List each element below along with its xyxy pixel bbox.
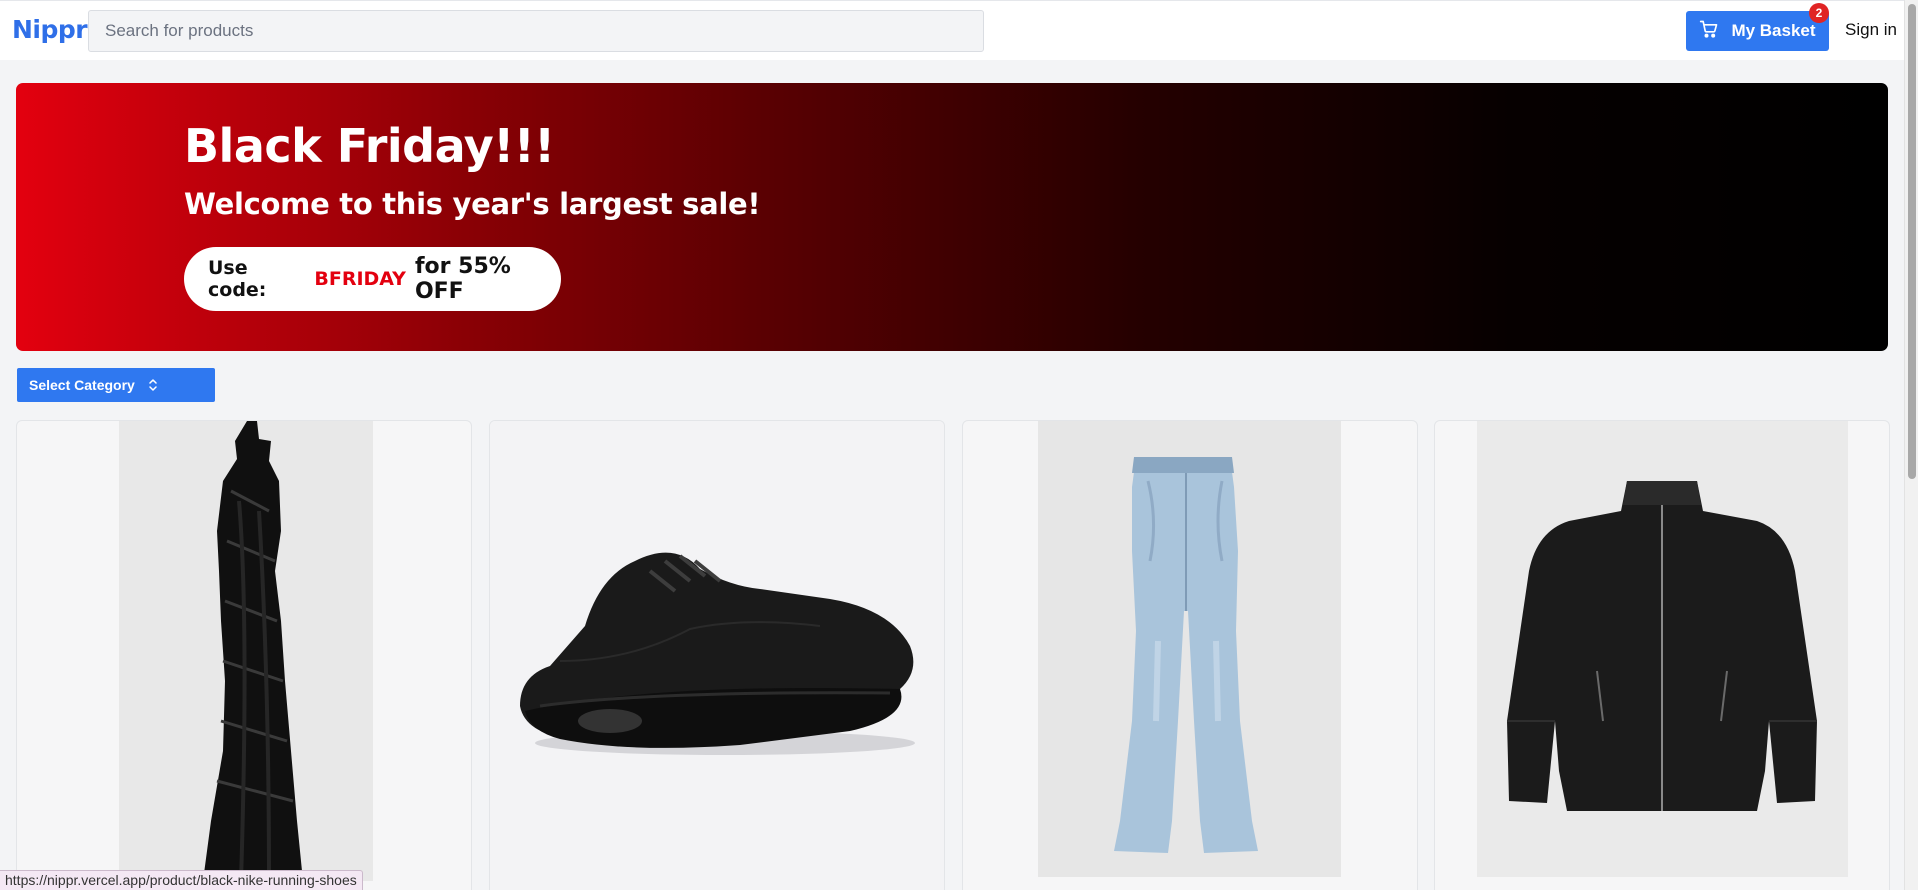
product-image-shoes: [490, 421, 944, 890]
product-card[interactable]: [1434, 420, 1890, 890]
black-friday-banner: Black Friday!!! Welcome to this year's l…: [16, 83, 1888, 351]
promo-code: BFRIDAY: [314, 268, 406, 290]
cart-icon: [1699, 19, 1719, 44]
search-input[interactable]: [88, 10, 984, 52]
page-scrollbar[interactable]: [1904, 0, 1918, 890]
product-image-dress: [119, 421, 373, 881]
sign-in-link[interactable]: Sign in: [1845, 20, 1897, 40]
banner-subtitle: Welcome to this year's largest sale!: [184, 187, 761, 221]
promo-suffix: for 55% OFF: [414, 254, 511, 304]
category-select[interactable]: Select Category: [17, 368, 215, 402]
chevron-up-down-icon: [149, 379, 157, 391]
product-card[interactable]: [962, 420, 1418, 890]
top-navbar: Nippr My Basket 2 Sign in: [0, 0, 1904, 60]
product-card[interactable]: [489, 420, 945, 890]
basket-count-badge: 2: [1809, 3, 1829, 23]
promo-prefix: Use code:: [208, 257, 267, 301]
product-image-jeans: [1038, 421, 1341, 877]
my-basket-button[interactable]: My Basket: [1686, 11, 1829, 51]
scrollbar-thumb[interactable]: [1908, 4, 1916, 479]
product-card[interactable]: [16, 420, 472, 890]
link-status-bar: https://nippr.vercel.app/product/black-n…: [0, 870, 363, 890]
basket-label: My Basket: [1731, 21, 1816, 40]
product-image-jacket: [1477, 421, 1848, 877]
promo-code-pill: Use code: BFRIDAY for 55% OFF: [184, 247, 561, 311]
category-select-label: Select Category: [29, 377, 135, 393]
banner-title: Black Friday!!!: [184, 119, 555, 173]
site-logo[interactable]: Nippr: [12, 15, 88, 44]
